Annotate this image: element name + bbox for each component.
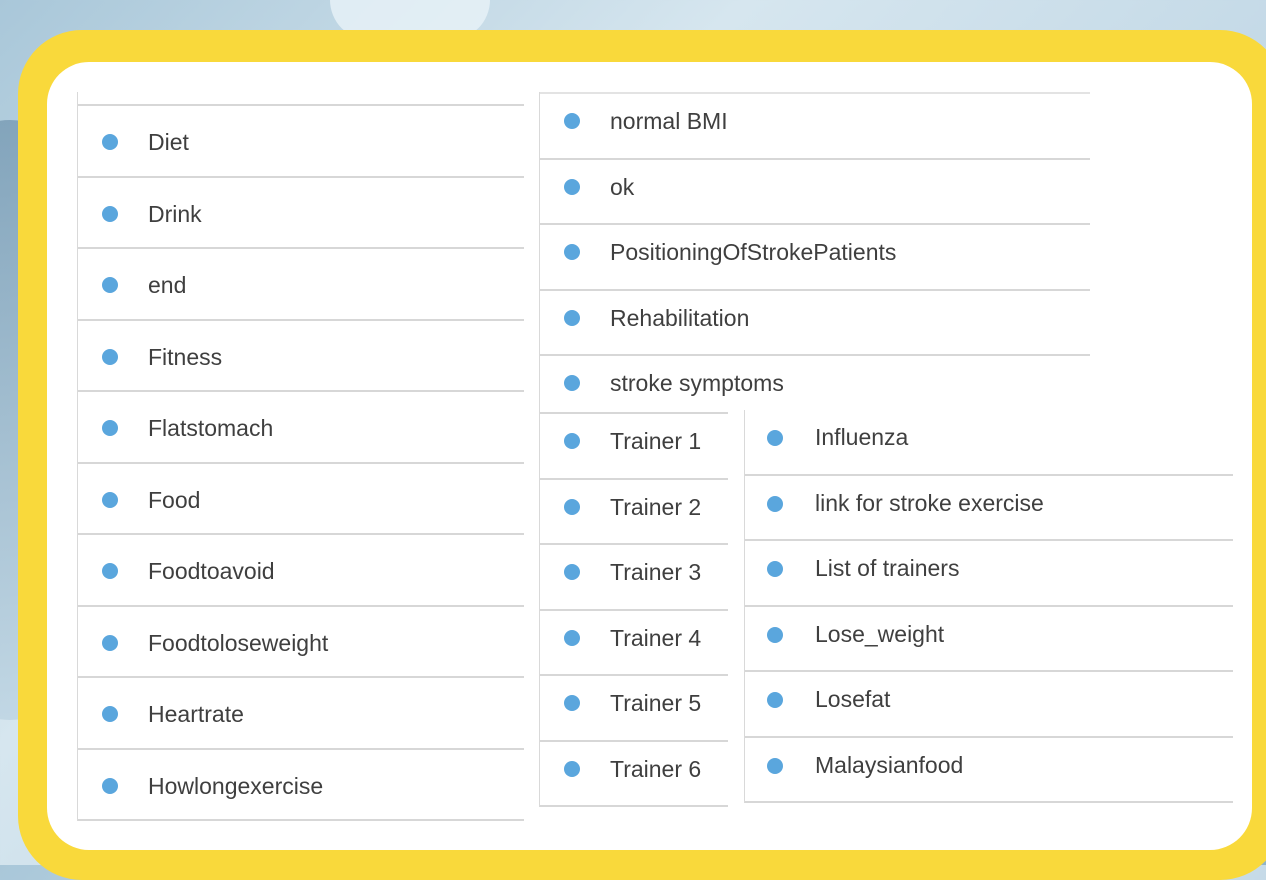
bullet-dot-icon [102,348,118,365]
list-item[interactable]: Fitness [78,321,524,392]
list-item[interactable]: ok [540,160,1090,225]
bullet-dot-icon [564,244,580,260]
list-column-b: normal BMI ok PositioningOfStrokePatient… [539,92,1090,422]
list-item[interactable]: Trainer 2 [540,480,728,545]
bullet-dot-icon [767,626,783,643]
list-item[interactable]: Trainer 1 [540,414,728,480]
list-item[interactable]: Losefat [745,672,1233,738]
bullet-dot-icon [767,692,783,708]
bullet-dot-icon [564,629,580,646]
bullet-dot-icon [102,491,118,508]
intent-list-panel: Diet Drink end Fitness Flatstomach Food … [47,62,1252,850]
bullet-dot-icon [767,495,783,512]
list-item[interactable]: end [78,249,524,321]
bullet-dot-icon [767,430,783,446]
list-item[interactable]: Trainer 5 [540,676,728,742]
list-item[interactable]: Diet [78,106,524,178]
list-item[interactable]: Foodtoloseweight [78,607,524,678]
list-item[interactable]: Drink [78,178,524,249]
list-item[interactable]: Trainer 3 [540,545,728,611]
list-item[interactable]: PositioningOfStrokePatients [540,225,1090,291]
bullet-dot-icon [102,420,118,436]
bullet-dot-icon [564,433,580,449]
list-column-a: Diet Drink end Fitness Flatstomach Food … [77,92,524,821]
list-item[interactable]: List of trainers [745,541,1233,607]
list-item[interactable]: Flatstomach [78,392,524,464]
list-item[interactable]: Trainer 6 [540,742,728,807]
bullet-dot-icon [564,309,580,326]
bullet-dot-icon [564,564,580,580]
bullet-dot-icon [102,205,118,222]
list-column-d: Influenza link for stroke exercise List … [744,410,1233,803]
bullet-dot-icon [102,706,118,722]
bullet-dot-icon [767,561,783,577]
bullet-dot-icon [102,777,118,794]
list-column-c: Trainer 1 Trainer 2 Trainer 3 Trainer 4 … [539,412,728,807]
bullet-dot-icon [564,375,580,391]
bullet-dot-icon [564,695,580,711]
bullet-dot-icon [102,634,118,651]
bullet-dot-icon [102,277,118,293]
bullet-dot-icon [564,498,580,515]
bullet-dot-icon [102,134,118,150]
list-item[interactable]: Influenza [745,410,1233,476]
list-item[interactable]: Food [78,464,524,535]
bullet-dot-icon [102,563,118,579]
list-item[interactable]: link for stroke exercise [745,476,1233,541]
list-item[interactable]: Trainer 4 [540,611,728,676]
list-item[interactable]: Howlongexercise [78,750,524,821]
list-item[interactable]: Lose_weight [745,607,1233,672]
list-item[interactable]: Foodtoavoid [78,535,524,607]
list-item[interactable]: normal BMI [540,94,1090,160]
bullet-dot-icon [564,113,580,129]
list-item[interactable]: Malaysianfood [745,738,1233,803]
bullet-dot-icon [564,760,580,777]
list-item[interactable]: Rehabilitation [540,291,1090,356]
bullet-dot-icon [767,757,783,774]
list-item[interactable]: Heartrate [78,678,524,750]
bullet-dot-icon [564,178,580,195]
